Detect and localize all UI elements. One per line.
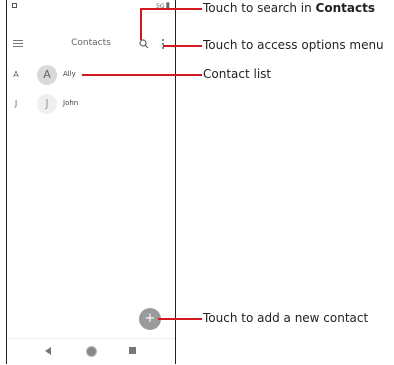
callout-line-search-horizontal bbox=[140, 8, 202, 10]
callout-line-add bbox=[158, 318, 202, 320]
home-icon[interactable] bbox=[86, 346, 97, 357]
callout-line-search-vertical bbox=[140, 9, 142, 40]
callout-search-text: Touch to search in bbox=[203, 1, 316, 15]
contact-name: Ally bbox=[63, 70, 76, 78]
avatar: A bbox=[37, 65, 57, 85]
phone-screen: 5G ▋ Contacts A A Ally J J John + bbox=[6, 0, 176, 364]
sim-card-icon bbox=[12, 3, 17, 8]
avatar: J bbox=[37, 94, 57, 114]
index-letter: J bbox=[14, 99, 18, 108]
callout-search-bold: Contacts bbox=[315, 1, 375, 15]
back-icon[interactable] bbox=[45, 347, 51, 355]
toolbar: Contacts bbox=[7, 34, 175, 56]
callout-add: Touch to add a new contact bbox=[203, 311, 369, 325]
callout-line-options bbox=[163, 45, 202, 47]
navigation-bar bbox=[7, 338, 175, 364]
recents-icon[interactable] bbox=[129, 347, 136, 354]
index-letter: A bbox=[13, 70, 19, 79]
contact-row-john[interactable]: J J John bbox=[7, 93, 175, 115]
callout-search: Touch to search in Contacts bbox=[203, 1, 375, 15]
contact-name: John bbox=[63, 99, 79, 107]
callout-line-list bbox=[82, 74, 202, 76]
callout-options: Touch to access options menu bbox=[203, 38, 384, 52]
callout-list: Contact list bbox=[203, 67, 272, 81]
